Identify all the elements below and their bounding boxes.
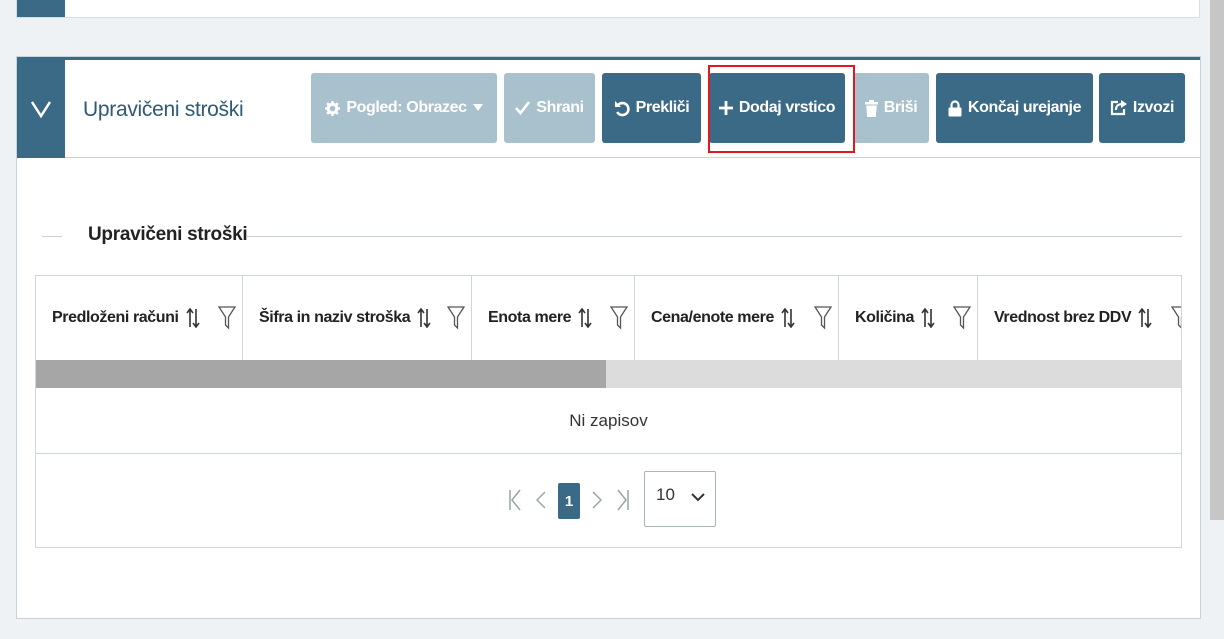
page-size-select[interactable]: 10 — [644, 471, 716, 527]
column-header[interactable]: Cena/enote mere — [635, 276, 839, 360]
column-header[interactable]: Šifra in naziv stroška — [243, 276, 472, 360]
export-label: Izvozi — [1132, 99, 1175, 116]
column-header[interactable]: Enota mere — [472, 276, 635, 360]
section-legend: Upravičeni stroški — [88, 224, 248, 245]
fieldset-divider — [247, 236, 1182, 237]
page-size-value: 10 — [656, 485, 675, 504]
chevron-down-icon — [30, 101, 52, 118]
sort-icon[interactable] — [781, 308, 795, 328]
sort-icon[interactable] — [417, 308, 431, 328]
check-icon — [515, 101, 531, 115]
previous-panel — [16, 0, 1200, 18]
delete-label: Briši — [883, 99, 918, 116]
column-title: Vrednost brez DDV — [994, 309, 1132, 326]
save-label: Shrani — [536, 99, 584, 116]
costs-grid: Predloženi računi Šifra in naziv stroška… — [35, 275, 1182, 548]
filter-icon[interactable] — [610, 306, 628, 330]
panel-title: Upravičeni stroški — [83, 98, 244, 121]
sort-icon[interactable] — [1138, 308, 1152, 328]
sort-icon[interactable] — [578, 308, 592, 328]
trash-icon — [864, 99, 878, 117]
plus-icon — [718, 101, 733, 115]
add-row-button[interactable]: Dodaj vrstico — [709, 73, 845, 143]
column-title: Predloženi računi — [52, 309, 179, 326]
last-page-icon[interactable] — [617, 489, 629, 511]
filter-icon[interactable] — [953, 306, 971, 330]
column-header[interactable]: Predloženi računi — [36, 276, 243, 360]
export-button[interactable]: Izvozi — [1099, 73, 1185, 143]
view-label: Pogled: Obrazec — [346, 99, 467, 116]
gear-icon — [325, 100, 341, 116]
collapse-button[interactable] — [17, 60, 65, 158]
chevron-down-icon — [691, 493, 705, 502]
share-icon — [1110, 100, 1127, 116]
cancel-button[interactable]: Prekliči — [602, 73, 701, 143]
page-vertical-scrollbar[interactable] — [1210, 0, 1224, 520]
filter-icon[interactable] — [218, 306, 236, 330]
undo-icon — [614, 100, 630, 116]
current-page-button[interactable]: 1 — [558, 483, 580, 519]
column-title: Šifra in naziv stroška — [259, 309, 411, 326]
previous-page-icon[interactable] — [536, 491, 546, 509]
scrollbar-thumb[interactable] — [36, 360, 606, 388]
column-title: Enota mere — [488, 309, 572, 326]
horizontal-scrollbar[interactable] — [36, 360, 1181, 388]
first-page-icon[interactable] — [509, 489, 521, 511]
view-dropdown-button[interactable]: Pogled: Obrazec — [311, 73, 497, 143]
next-page-icon[interactable] — [592, 491, 602, 509]
add-row-label: Dodaj vrstico — [738, 99, 836, 116]
sort-icon[interactable] — [921, 308, 935, 328]
empty-message: Ni zapisov — [36, 388, 1181, 454]
column-title: Cena/enote mere — [651, 309, 774, 326]
previous-panel-accent — [17, 0, 65, 17]
column-header[interactable]: Količina — [839, 276, 978, 360]
caret-down-icon — [472, 104, 483, 111]
save-button[interactable]: Shrani — [504, 73, 595, 143]
filter-icon[interactable] — [1171, 306, 1181, 330]
column-header[interactable]: Vrednost brez DDV — [978, 276, 1181, 360]
fieldset-divider — [42, 236, 62, 237]
finish-editing-button[interactable]: Končaj urejanje — [936, 73, 1093, 143]
finish-editing-label: Končaj urejanje — [967, 99, 1082, 116]
lock-icon — [948, 99, 962, 116]
pager — [36, 454, 1181, 548]
delete-button[interactable]: Briši — [853, 73, 929, 143]
filter-icon[interactable] — [814, 306, 832, 330]
grid-header: Predloženi računi Šifra in naziv stroška… — [36, 276, 1181, 360]
sort-icon[interactable] — [185, 308, 200, 328]
filter-icon[interactable] — [447, 306, 465, 330]
column-title: Količina — [855, 309, 915, 326]
cancel-label: Prekliči — [635, 99, 690, 116]
